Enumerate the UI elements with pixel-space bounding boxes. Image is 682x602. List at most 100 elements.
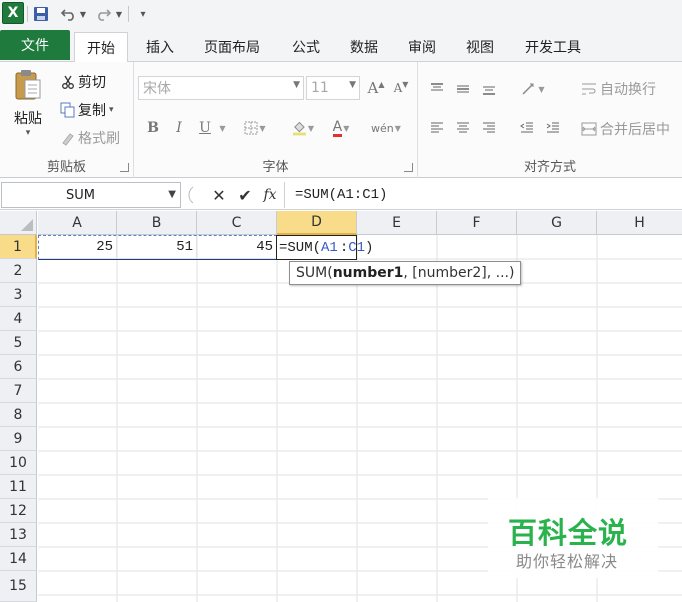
column-header-g[interactable]: G — [517, 211, 597, 235]
excel-logo-icon[interactable]: X — [2, 2, 24, 24]
row-header-15[interactable]: 15 — [0, 571, 37, 602]
grow-font-button[interactable]: A ▲ — [365, 77, 387, 99]
bold-button[interactable]: B — [142, 117, 164, 139]
insert-function-icon[interactable]: fx — [260, 183, 280, 207]
align-middle-icon — [457, 85, 469, 93]
increase-indent-button[interactable] — [542, 117, 564, 139]
wrap-text-button[interactable]: 自动换行 — [578, 78, 656, 100]
wrap-text-icon — [578, 82, 600, 96]
tab-data[interactable]: 数据 — [342, 32, 386, 62]
align-middle-button[interactable] — [452, 78, 474, 100]
tab-insert[interactable]: 插入 — [138, 32, 182, 62]
font-size-combo[interactable]: 11 ▼ — [306, 76, 360, 100]
row-header-1[interactable]: 1 — [0, 235, 37, 259]
formula-text: =SUM(A1:C1) — [295, 187, 388, 203]
merge-center-button[interactable]: 合并后居中 — [578, 118, 670, 140]
font-name-combo[interactable]: 宋体 ▼ — [138, 76, 304, 100]
tab-page-layout[interactable]: 页面布局 — [196, 32, 268, 62]
paste-dropdown-icon[interactable]: ▾ — [26, 128, 31, 138]
column-header-c[interactable]: C — [197, 211, 277, 235]
cut-button[interactable]: 剪切 — [58, 72, 106, 92]
row-header-3[interactable]: 3 — [0, 283, 37, 307]
formula-input[interactable]: =SUM(A1:C1) — [284, 182, 682, 208]
row-header-11[interactable]: 11 — [0, 475, 37, 499]
tab-view[interactable]: 视图 — [458, 32, 502, 62]
redo-icon[interactable] — [94, 4, 112, 24]
clipboard-group: 粘贴 ▾ 剪切 复制 ▾ 格式刷 剪贴板 — [0, 62, 134, 178]
column-header-a[interactable]: A — [38, 211, 117, 235]
font-color-button[interactable]: A ▼ — [330, 117, 352, 139]
cell-b1[interactable]: 51 — [117, 235, 197, 259]
redo-dropdown-icon[interactable]: ▼ — [114, 4, 124, 24]
increase-indent-icon — [546, 122, 559, 133]
format-painter-button[interactable]: 格式刷 — [58, 128, 120, 148]
copy-dropdown-icon[interactable]: ▾ — [109, 105, 114, 115]
phonetic-button[interactable]: wén ▼ — [370, 117, 402, 139]
align-center-button[interactable] — [452, 117, 474, 139]
select-all-corner[interactable] — [0, 211, 37, 235]
column-header-b[interactable]: B — [117, 211, 197, 235]
align-top-button[interactable] — [426, 78, 448, 100]
font-name-value: 宋体 — [143, 81, 171, 97]
edit-prefix: =SUM( — [279, 239, 322, 256]
tab-formulas[interactable]: 公式 — [284, 32, 328, 62]
row-header-9[interactable]: 9 — [0, 427, 37, 451]
column-header-d[interactable]: D — [277, 211, 357, 235]
qat-separator — [27, 6, 28, 22]
tab-developer[interactable]: 开发工具 — [516, 32, 590, 62]
font-size-dropdown-icon[interactable]: ▼ — [349, 80, 356, 90]
underline-dropdown-icon[interactable]: ▼ — [216, 117, 228, 139]
row-header-10[interactable]: 10 — [0, 451, 37, 475]
column-header-f[interactable]: F — [437, 211, 517, 235]
align-center-icon — [457, 122, 469, 133]
underline-button[interactable]: U — [194, 117, 216, 139]
borders-button[interactable]: ▼ — [244, 117, 266, 139]
function-tooltip[interactable]: SUM(number1, [number2], ...) — [289, 261, 522, 285]
name-box-dropdown-icon[interactable]: ▼ — [168, 189, 176, 200]
row-header-6[interactable]: 6 — [0, 355, 37, 379]
row-header-7[interactable]: 7 — [0, 379, 37, 403]
active-cell-d1-editor[interactable]: =SUM(A1: C1) — [276, 235, 373, 260]
copy-button[interactable]: 复制 ▾ — [58, 100, 114, 120]
row-header-13[interactable]: 13 — [0, 523, 37, 547]
row-header-4[interactable]: 4 — [0, 307, 37, 331]
tab-file[interactable]: 文件 — [0, 30, 70, 60]
orientation-button[interactable]: ▼ — [518, 78, 548, 100]
formula-bar: SUM ▼ ✕ ✔ fx =SUM(A1:C1) — [0, 179, 682, 210]
row-header-5[interactable]: 5 — [0, 331, 37, 355]
tooltip-current-arg[interactable]: number1 — [333, 265, 404, 281]
tab-review[interactable]: 审阅 — [400, 32, 444, 62]
clipboard-dialog-launcher-icon[interactable] — [120, 163, 129, 172]
save-icon[interactable] — [32, 4, 50, 24]
copy-icon — [58, 102, 78, 118]
customize-qat-icon[interactable]: ▾ — [136, 4, 150, 24]
name-box[interactable]: SUM ▼ — [1, 182, 181, 208]
italic-button[interactable]: I — [168, 117, 190, 139]
shrink-font-button[interactable]: A ▼ — [390, 77, 412, 99]
alignment-group-label: 对齐方式 — [523, 160, 576, 175]
row-header-2[interactable]: 2 — [0, 259, 37, 283]
font-dialog-launcher-icon[interactable] — [404, 163, 413, 172]
align-left-button[interactable] — [426, 117, 448, 139]
enter-check-icon[interactable]: ✔ — [236, 183, 254, 207]
edit-colon: : — [339, 239, 349, 256]
row-header-8[interactable]: 8 — [0, 403, 37, 427]
row-header-14[interactable]: 14 — [0, 547, 37, 571]
undo-icon[interactable] — [60, 4, 78, 24]
align-right-button[interactable] — [478, 117, 500, 139]
fill-color-button[interactable]: ▼ — [292, 117, 314, 139]
formula-bar-grip-icon[interactable] — [186, 185, 196, 205]
cell-a1[interactable]: 25 — [38, 235, 117, 259]
paste-button[interactable]: 粘贴 ▾ — [8, 68, 48, 152]
row-header-12[interactable]: 12 — [0, 499, 37, 523]
align-bottom-button[interactable] — [478, 78, 500, 100]
scissors-icon — [58, 75, 78, 89]
tab-home[interactable]: 开始 — [74, 32, 128, 63]
decrease-indent-button[interactable] — [516, 117, 538, 139]
undo-dropdown-icon[interactable]: ▼ — [78, 4, 88, 24]
font-name-dropdown-icon[interactable]: ▼ — [293, 80, 300, 90]
column-header-e[interactable]: E — [357, 211, 437, 235]
cancel-icon[interactable]: ✕ — [210, 183, 228, 207]
cell-c1[interactable]: 45 — [197, 235, 277, 259]
column-header-h[interactable]: H — [597, 211, 682, 235]
